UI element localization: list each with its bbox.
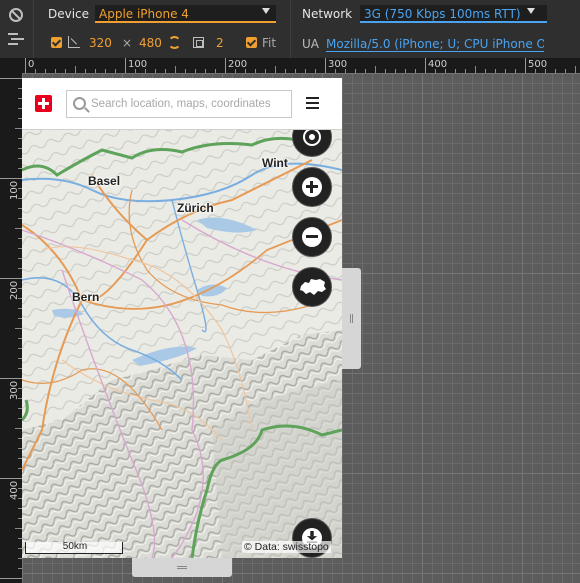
ruler-top-label: 400 (428, 59, 448, 70)
ruler-top: 0 100 200 300 400 500 (22, 58, 580, 73)
ruler-minor-tick (375, 66, 376, 73)
swiss-flag-icon[interactable] (35, 95, 52, 112)
pixel-ratio-field[interactable]: 2 (216, 36, 224, 52)
map[interactable]: Basel Zürich Wint Bern 50km © Data: swis… (22, 117, 342, 558)
disable-icon[interactable] (9, 8, 23, 22)
switzerland-extent-button[interactable] (292, 267, 332, 307)
ruler-minor-tick (15, 228, 22, 229)
ruler-top-label: 300 (328, 59, 348, 70)
user-agent-field[interactable]: Mozilla/5.0 (iPhone; U; CPU iPhone OS 4_ (326, 37, 544, 52)
ruler-minor-tick (15, 128, 22, 129)
ruler-top-label: 0 (28, 59, 35, 70)
ruler-top-label: 100 (128, 59, 148, 70)
ruler-minor-tick (15, 428, 22, 429)
ruler-major-tick (325, 58, 326, 73)
ruler-minor-tick (475, 66, 476, 73)
devtools-window: Device Apple iPhone 4 320 × 480 2 Fit Ne… (0, 0, 580, 583)
ruler-minor-tick (275, 66, 276, 73)
city-label-bern: Bern (72, 290, 100, 304)
network-select[interactable]: 3G (750 Kbps 100ms RTT) (360, 5, 547, 23)
zoom-out-icon (302, 227, 322, 247)
chevron-down-icon (527, 8, 535, 14)
ruler-major-tick (0, 578, 22, 579)
ruler-major-tick (0, 178, 22, 179)
ruler-top-label: 500 (528, 59, 548, 70)
map-attribution[interactable]: © Data: swisstopo (242, 541, 331, 553)
search-box[interactable] (66, 90, 292, 118)
city-label-zurich: Zürich (177, 201, 214, 215)
ruler-major-tick (0, 378, 22, 379)
zoom-in-button[interactable] (292, 167, 332, 207)
height-field[interactable]: 480 (139, 36, 162, 52)
switzerland-extent-icon (300, 279, 326, 295)
swap-dimensions-icon[interactable] (168, 36, 181, 49)
ruler-major-tick (0, 478, 22, 479)
device-pixel-ratio-icon (193, 37, 204, 48)
toolbar-divider (290, 0, 291, 58)
ruler-left-label: 200 (9, 280, 20, 300)
times-sign: × (122, 36, 133, 50)
ruler-left: 100 200 300 400 (0, 73, 22, 583)
ruler-minor-tick (575, 66, 576, 73)
ruler-major-tick (525, 58, 526, 73)
device-label: Device (48, 7, 90, 21)
geolocation-icon (303, 128, 321, 146)
city-label-basel: Basel (88, 174, 121, 188)
ruler-corner (0, 58, 22, 73)
ruler-major-tick (0, 78, 22, 79)
ruler-top-label: 200 (228, 59, 248, 70)
fit-label: Fit (262, 36, 277, 50)
city-label-winterthur: Wint (262, 156, 288, 170)
app-header (22, 78, 342, 130)
chevron-down-icon (262, 8, 270, 14)
device-mode-toolbar: Device Apple iPhone 4 320 × 480 2 Fit Ne… (0, 0, 580, 58)
ruler-major-tick (0, 278, 22, 279)
search-input[interactable] (91, 91, 289, 117)
resize-icon (68, 36, 80, 48)
ruler-left-label: 400 (9, 480, 20, 500)
scale-bar: 50km (25, 541, 123, 554)
device-select-value: Apple iPhone 4 (99, 7, 189, 21)
ruler-minor-tick (15, 328, 22, 329)
ruler-major-tick (225, 58, 226, 73)
device-select[interactable]: Apple iPhone 4 (95, 5, 276, 23)
device-viewport: Basel Zürich Wint Bern (22, 78, 342, 558)
ruler-minor-tick (15, 528, 22, 529)
ruler-minor-tick (175, 66, 176, 73)
dimensions-checkbox[interactable] (51, 37, 62, 48)
zoom-out-button[interactable] (292, 217, 332, 257)
network-label: Network (302, 7, 353, 21)
media-queries-icon[interactable] (8, 33, 24, 45)
zoom-in-icon (302, 177, 322, 197)
ua-label: UA (302, 37, 319, 51)
width-field[interactable]: 320 (89, 36, 112, 52)
height-resize-handle[interactable] (132, 558, 232, 577)
width-resize-handle[interactable] (342, 268, 361, 369)
network-select-value: 3G (750 Kbps 100ms RTT) (364, 7, 521, 21)
toolbar-left-icons (0, 0, 34, 58)
hamburger-menu-icon[interactable] (306, 97, 319, 109)
ruler-left-label: 100 (9, 180, 20, 200)
ruler-major-tick (25, 58, 26, 73)
fit-checkbox[interactable] (246, 37, 257, 48)
ruler-major-tick (425, 58, 426, 73)
scale-label: 50km (62, 541, 88, 552)
search-icon (73, 97, 86, 110)
ruler-left-label: 300 (9, 380, 20, 400)
ruler-minor-tick (75, 66, 76, 73)
ruler-major-tick (125, 58, 126, 73)
